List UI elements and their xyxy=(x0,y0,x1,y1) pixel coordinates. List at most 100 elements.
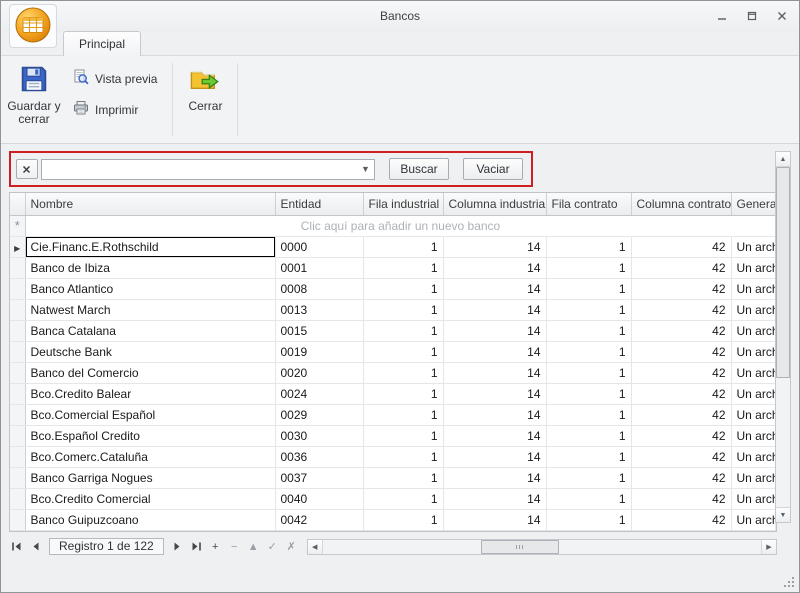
cell-nombre[interactable]: Banca Catalana xyxy=(25,320,275,341)
close-button[interactable] xyxy=(775,9,789,23)
cell-columna-contrato[interactable]: 42 xyxy=(631,425,731,446)
cell-nombre[interactable]: Natwest March xyxy=(25,299,275,320)
cell-generar[interactable]: Un arch xyxy=(731,320,776,341)
cell-columna-industrial[interactable]: 14 xyxy=(443,509,546,530)
cell-columna-contrato[interactable]: 42 xyxy=(631,362,731,383)
cell-fila-industrial[interactable]: 1 xyxy=(363,362,443,383)
cell-nombre[interactable]: Bco.Comerc.Cataluña xyxy=(25,446,275,467)
table-row[interactable]: Bco.Credito Comercial 0040 1 14 1 42 Un … xyxy=(10,488,776,509)
chevron-down-icon[interactable]: ▼ xyxy=(357,160,374,179)
cell-columna-contrato[interactable]: 42 xyxy=(631,320,731,341)
cell-nombre[interactable]: Bco.Español Credito xyxy=(25,425,275,446)
table-row[interactable]: Banco Garriga Nogues 0037 1 14 1 42 Un a… xyxy=(10,467,776,488)
next-record-button[interactable] xyxy=(170,539,185,554)
cell-generar[interactable]: Un arch xyxy=(731,446,776,467)
cell-columna-industrial[interactable]: 14 xyxy=(443,467,546,488)
cell-generar[interactable]: Un arch xyxy=(731,425,776,446)
column-header-columna-contrato[interactable]: Columna contrato xyxy=(631,193,731,215)
cell-generar[interactable]: Un arch xyxy=(731,362,776,383)
cell-generar[interactable]: Un arch xyxy=(731,467,776,488)
table-row[interactable]: Bco.Español Credito 0030 1 14 1 42 Un ar… xyxy=(10,425,776,446)
cancel-edit-button[interactable]: ✗ xyxy=(284,539,299,554)
vista-previa-button[interactable]: Vista previa xyxy=(69,67,161,90)
cell-columna-industrial[interactable]: 14 xyxy=(443,341,546,362)
search-input[interactable] xyxy=(42,160,357,179)
table-row[interactable]: Banco del Comercio 0020 1 14 1 42 Un arc… xyxy=(10,362,776,383)
new-row-hint[interactable]: Clic aquí para añadir un nuevo banco xyxy=(25,215,776,236)
cell-columna-industrial[interactable]: 14 xyxy=(443,278,546,299)
table-row[interactable]: ▶ Cie.Financ.E.Rothschild 0000 1 14 1 42… xyxy=(10,236,776,257)
cell-fila-industrial[interactable]: 1 xyxy=(363,488,443,509)
end-edit-button[interactable]: ✓ xyxy=(265,539,280,554)
cell-fila-industrial[interactable]: 1 xyxy=(363,404,443,425)
horizontal-scrollbar[interactable]: ◀ ▶ xyxy=(307,539,777,555)
buscar-button[interactable]: Buscar xyxy=(389,158,449,180)
cell-generar[interactable]: Un arch xyxy=(731,488,776,509)
scroll-up-button[interactable]: ▲ xyxy=(776,152,790,167)
cell-fila-contrato[interactable]: 1 xyxy=(546,299,631,320)
cell-entidad[interactable]: 0042 xyxy=(275,509,363,530)
cell-columna-contrato[interactable]: 42 xyxy=(631,383,731,404)
cell-columna-contrato[interactable]: 42 xyxy=(631,257,731,278)
horizontal-scroll-thumb[interactable] xyxy=(481,540,560,554)
cell-columna-industrial[interactable]: 14 xyxy=(443,446,546,467)
tab-principal[interactable]: Principal xyxy=(63,31,141,56)
column-header-entidad[interactable]: Entidad xyxy=(275,193,363,215)
cell-columna-contrato[interactable]: 42 xyxy=(631,404,731,425)
cell-entidad[interactable]: 0008 xyxy=(275,278,363,299)
cell-fila-contrato[interactable]: 1 xyxy=(546,341,631,362)
cell-fila-contrato[interactable]: 1 xyxy=(546,236,631,257)
cell-entidad[interactable]: 0000 xyxy=(275,236,363,257)
cell-columna-industrial[interactable]: 14 xyxy=(443,362,546,383)
cell-entidad[interactable]: 0029 xyxy=(275,404,363,425)
cell-fila-contrato[interactable]: 1 xyxy=(546,362,631,383)
append-record-button[interactable]: + xyxy=(208,539,223,554)
cell-fila-contrato[interactable]: 1 xyxy=(546,320,631,341)
cell-generar[interactable]: Un arch xyxy=(731,509,776,530)
scroll-down-button[interactable]: ▼ xyxy=(776,507,790,522)
previous-record-button[interactable] xyxy=(28,539,43,554)
cell-nombre[interactable]: Deutsche Bank xyxy=(25,341,275,362)
cell-nombre[interactable]: Banco Guipuzcoano xyxy=(25,509,275,530)
cell-columna-industrial[interactable]: 14 xyxy=(443,383,546,404)
column-header-nombre[interactable]: Nombre xyxy=(25,193,275,215)
cell-fila-industrial[interactable]: 1 xyxy=(363,257,443,278)
cell-fila-contrato[interactable]: 1 xyxy=(546,467,631,488)
cell-columna-contrato[interactable]: 42 xyxy=(631,488,731,509)
table-row[interactable]: Banca Catalana 0015 1 14 1 42 Un arch xyxy=(10,320,776,341)
guardar-y-cerrar-button[interactable]: Guardar y cerrar xyxy=(5,59,63,140)
grid-new-row[interactable]: * Clic aquí para añadir un nuevo banco xyxy=(10,215,776,236)
scroll-right-button[interactable]: ▶ xyxy=(761,540,776,554)
cell-fila-contrato[interactable]: 1 xyxy=(546,425,631,446)
app-menu-button[interactable] xyxy=(9,4,57,48)
column-header-fila-industrial[interactable]: Fila industrial xyxy=(363,193,443,215)
cell-fila-industrial[interactable]: 1 xyxy=(363,236,443,257)
vaciar-button[interactable]: Vaciar xyxy=(463,158,523,180)
scroll-left-button[interactable]: ◀ xyxy=(308,540,323,554)
cell-fila-contrato[interactable]: 1 xyxy=(546,488,631,509)
cell-fila-industrial[interactable]: 1 xyxy=(363,278,443,299)
cell-fila-contrato[interactable]: 1 xyxy=(546,278,631,299)
cell-generar[interactable]: Un arch xyxy=(731,341,776,362)
cell-entidad[interactable]: 0040 xyxy=(275,488,363,509)
table-row[interactable]: Deutsche Bank 0019 1 14 1 42 Un arch xyxy=(10,341,776,362)
first-record-button[interactable] xyxy=(9,539,24,554)
column-header-generar[interactable]: Generar xyxy=(731,193,776,215)
cell-fila-contrato[interactable]: 1 xyxy=(546,404,631,425)
cell-columna-contrato[interactable]: 42 xyxy=(631,299,731,320)
cell-columna-industrial[interactable]: 14 xyxy=(443,236,546,257)
cell-columna-industrial[interactable]: 14 xyxy=(443,257,546,278)
delete-record-button[interactable]: − xyxy=(227,539,242,554)
cell-generar[interactable]: Un arch xyxy=(731,404,776,425)
vertical-scrollbar[interactable]: ▲ ▼ xyxy=(775,151,791,523)
cell-generar[interactable]: Un arch xyxy=(731,236,776,257)
last-record-button[interactable] xyxy=(189,539,204,554)
imprimir-button[interactable]: Imprimir xyxy=(69,98,161,121)
cerrar-button[interactable]: Cerrar xyxy=(176,59,234,140)
table-row[interactable]: Banco Atlantico 0008 1 14 1 42 Un arch xyxy=(10,278,776,299)
cell-nombre[interactable]: Bco.Comercial Español xyxy=(25,404,275,425)
table-row[interactable]: Bco.Comerc.Cataluña 0036 1 14 1 42 Un ar… xyxy=(10,446,776,467)
cell-fila-industrial[interactable]: 1 xyxy=(363,467,443,488)
cell-columna-contrato[interactable]: 42 xyxy=(631,236,731,257)
cell-nombre[interactable]: Banco Garriga Nogues xyxy=(25,467,275,488)
